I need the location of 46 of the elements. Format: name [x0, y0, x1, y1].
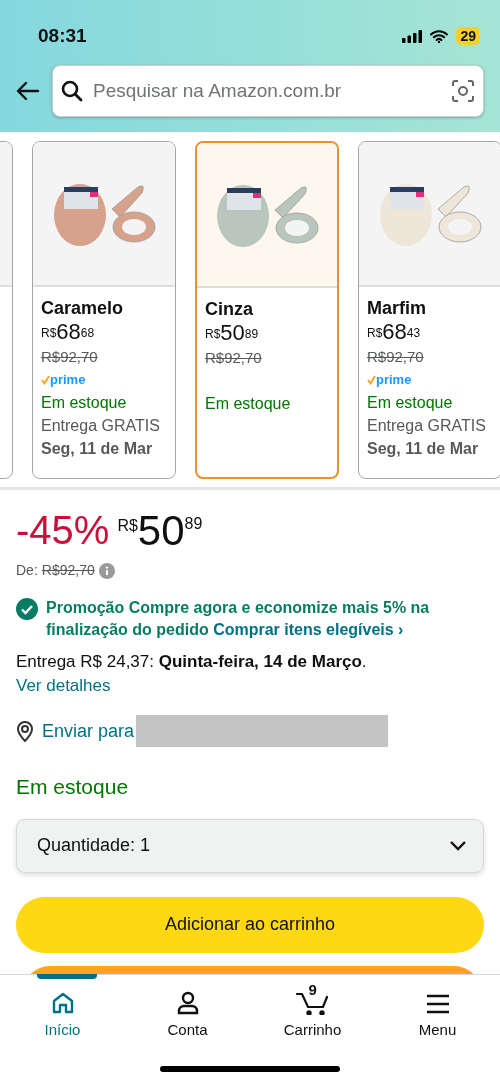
details-link[interactable]: Ver detalhes	[16, 676, 111, 696]
list-price: R$92,70	[205, 348, 263, 368]
prime-badge: prime	[367, 368, 493, 391]
prime-badge: prime	[41, 368, 167, 391]
list-price: R$92,70	[367, 347, 425, 367]
status-time: 08:31	[38, 23, 87, 48]
chevron-down-icon	[449, 839, 467, 852]
stock-status: Em estoque	[205, 394, 292, 414]
variant-name: Cinza	[205, 298, 254, 321]
variant-name: Marfim	[367, 297, 427, 320]
nav-tab[interactable]: Início	[0, 975, 125, 1082]
info-icon[interactable]	[98, 562, 115, 579]
add-to-cart-button[interactable]: Adicionar ao carrinho	[16, 896, 484, 953]
location-pin-icon	[16, 720, 34, 743]
signal-icon	[402, 29, 423, 43]
delivery-date: Seg, 11 de Mar	[367, 439, 480, 459]
back-arrow-icon[interactable]	[16, 81, 40, 101]
shipping-text: Entrega GRATIS	[41, 416, 161, 436]
shipping-text: Entrega GRATIS	[367, 416, 487, 436]
delivery-text: Entrega R$ 24,37: Quinta-feira, 14 de Março. Ver detalhes	[16, 650, 368, 698]
nav-tab[interactable]: Conta	[125, 975, 250, 1082]
check-circle-icon	[16, 598, 38, 620]
discount-percent: -45%	[16, 510, 110, 550]
battery-indicator: 29	[456, 27, 480, 45]
eligible-items-link[interactable]: Comprar itens elegíveis ›	[213, 621, 404, 639]
ship-to-link[interactable]: Enviar para	[42, 717, 135, 745]
person-icon	[175, 991, 200, 1015]
stock-status: Em estoque	[367, 393, 454, 413]
camera-scan-icon[interactable]	[451, 79, 475, 103]
quantity-dropdown[interactable]: Quantidade: 1	[16, 818, 484, 873]
variant-name: Caramelo	[41, 297, 125, 320]
nav-tab[interactable]: Menu	[375, 975, 500, 1082]
list-price: R$92,70	[41, 561, 95, 580]
cart-count: 9	[308, 980, 317, 1000]
stock-status: Em estoque	[16, 774, 130, 801]
delivery-date: Seg, 11 de Mar	[41, 439, 154, 459]
search-bar[interactable]: Pesquisar na Amazon.com.br	[52, 65, 484, 117]
promo-text: Promoção Compre agora e economize mais 5% na finalização do pedido Comprar itens elegíveis ›	[46, 598, 431, 641]
list-price-label: De:	[16, 561, 38, 580]
stock-status: Em estoque	[41, 393, 128, 413]
nav-tab[interactable]: 9 Carrinho	[250, 975, 375, 1082]
home-icon	[50, 991, 75, 1015]
wifi-icon	[430, 29, 449, 43]
search-icon	[61, 80, 83, 102]
list-price: R$92,70	[41, 347, 99, 367]
menu-icon	[425, 993, 450, 1015]
